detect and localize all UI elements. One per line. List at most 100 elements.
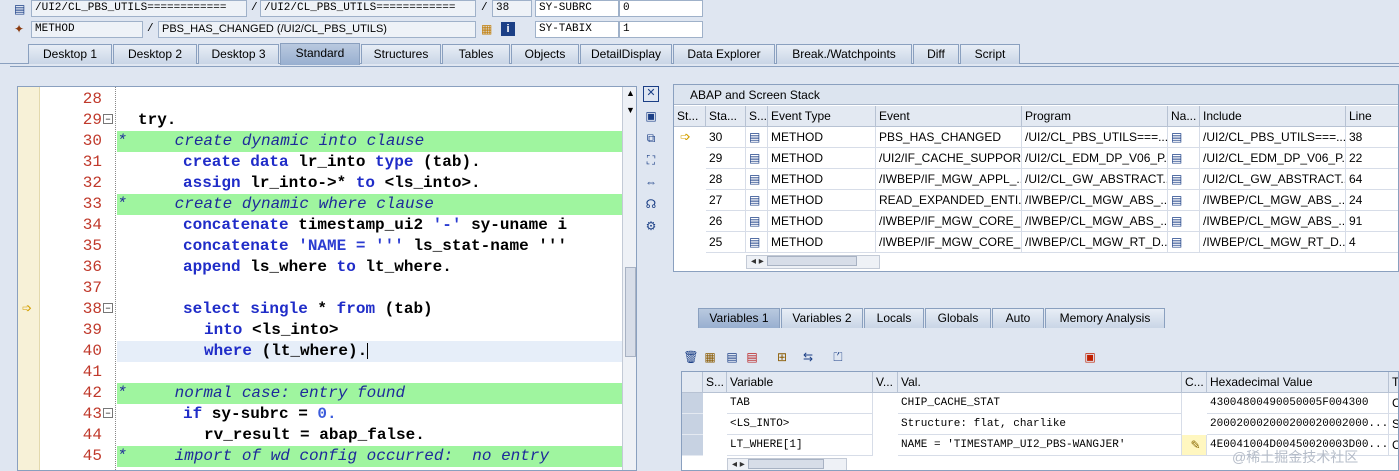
replace-tool-icon[interactable]: ⧉ xyxy=(643,130,659,146)
variables-hscrollbar[interactable]: ◂ ▸ xyxy=(727,458,847,470)
scroll-down-icon[interactable]: ▼ xyxy=(626,105,635,115)
delete-icon[interactable]: 🗑 xyxy=(683,349,699,365)
tab-desktop-2[interactable]: Desktop 2 xyxy=(113,44,197,64)
cell-program: /IWBEP/CL_MGW_ABS_... xyxy=(1022,190,1168,211)
cell-variable[interactable]: <LS_INTO> xyxy=(727,414,873,435)
cell-value[interactable]: CHIP_CACHE_STAT xyxy=(898,393,1182,414)
table-row[interactable]: 27 ▤ METHOD READ_EXPANDED_ENTI... /IWBEP… xyxy=(674,190,1398,211)
cell-program: /UI2/CL_PBS_UTILS===... xyxy=(1022,127,1168,148)
filter-icon[interactable]: ⏍ xyxy=(830,349,846,365)
keyword: into xyxy=(204,321,243,339)
tab-memory-analysis[interactable]: Memory Analysis xyxy=(1045,308,1165,328)
tab-auto[interactable]: Auto xyxy=(992,308,1044,328)
change-value-icon[interactable]: ✎ xyxy=(1182,435,1207,456)
fold-toggle-icon[interactable]: − xyxy=(103,303,113,313)
col-header[interactable]: Hexadecimal Value xyxy=(1207,372,1389,393)
col-header[interactable]: St... xyxy=(674,106,706,127)
col-header[interactable]: C... xyxy=(1182,372,1207,393)
tab-breakpoints[interactable]: Break./Watchpoints xyxy=(776,44,912,64)
sysvar-name-1[interactable]: SY-SUBRC xyxy=(535,0,619,17)
new-tool-icon[interactable]: ▣ xyxy=(643,108,659,124)
fold-toggle-icon[interactable]: − xyxy=(103,408,113,418)
table-row[interactable]: 30 ▤ METHOD PBS_HAS_CHANGED /UI2/CL_PBS_… xyxy=(674,127,1398,148)
string-literal: '-' xyxy=(432,216,462,234)
row-selector[interactable] xyxy=(682,393,703,414)
scroll-thumb[interactable] xyxy=(625,267,636,357)
sysvar-value-2[interactable]: 1 xyxy=(619,21,703,38)
col-header[interactable]: Line xyxy=(1346,106,1398,127)
tab-variables-1[interactable]: Variables 1 xyxy=(698,308,780,328)
delete-all-icon[interactable]: ▦ xyxy=(702,349,718,365)
col-header[interactable]: S... xyxy=(746,106,768,127)
tab-locals[interactable]: Locals xyxy=(864,308,924,328)
table-row[interactable]: <LS_INTO> Structure: flat, charlike 2000… xyxy=(682,414,1398,435)
cell-variable[interactable]: TAB xyxy=(727,393,873,414)
services-icon[interactable]: ☊ xyxy=(643,196,659,212)
col-header[interactable]: S... xyxy=(703,372,727,393)
sysvar-name-2[interactable]: SY-TABIX xyxy=(535,21,619,38)
col-header[interactable]: Sta... xyxy=(706,106,746,127)
cell-value[interactable]: NAME = 'TIMESTAMP_UI2_PBS-WANGJER' xyxy=(898,435,1182,456)
hierarchy-icon[interactable]: ⊞ xyxy=(774,349,790,365)
row-selector[interactable] xyxy=(682,414,703,435)
cell-level: 25 xyxy=(706,232,746,253)
col-header[interactable]: Program xyxy=(1022,106,1168,127)
info-icon[interactable]: i xyxy=(501,22,515,36)
col-header[interactable]: V... xyxy=(873,372,898,393)
fold-toggle-icon[interactable]: − xyxy=(103,114,113,124)
cell-variable[interactable]: LT_WHERE[1] xyxy=(727,435,873,456)
tab-detaildisplay[interactable]: DetailDisplay xyxy=(580,44,672,64)
line-number: 37 xyxy=(82,279,102,297)
close-icon[interactable]: ✕ xyxy=(643,86,659,102)
navigate-icon[interactable]: ▤ xyxy=(1168,190,1200,211)
cell-type: METHOD xyxy=(768,127,876,148)
table-row[interactable]: 26 ▤ METHOD /IWBEP/IF_MGW_CORE_... /IWBE… xyxy=(674,211,1398,232)
table-row[interactable]: 25 ▤ METHOD /IWBEP/IF_MGW_CORE_... /IWBE… xyxy=(674,232,1398,253)
line-number: 30 xyxy=(82,132,102,150)
navigate-icon[interactable]: ▤ xyxy=(1168,232,1200,253)
attributes-icon[interactable]: ▦ xyxy=(481,22,495,36)
col-header[interactable]: Variable xyxy=(727,372,873,393)
navigate-icon[interactable]: ▤ xyxy=(1168,211,1200,232)
col-header[interactable]: Include xyxy=(1200,106,1346,127)
table-row[interactable]: TAB CHIP_CACHE_STAT 43004800490050005F00… xyxy=(682,393,1398,414)
tab-tables[interactable]: Tables xyxy=(442,44,510,64)
scroll-up-icon[interactable]: ▲ xyxy=(626,88,635,98)
col-header[interactable]: T xyxy=(1389,372,1398,393)
transfer-icon[interactable]: ⇆ xyxy=(800,349,816,365)
col-header[interactable]: Event xyxy=(876,106,1022,127)
export-icon[interactable]: ▤ xyxy=(744,349,760,365)
table-row[interactable]: 28 ▤ METHOD /IWBEP/IF_MGW_APPL_... /UI2/… xyxy=(674,169,1398,190)
tab-objects[interactable]: Objects xyxy=(511,44,579,64)
source-editor[interactable]: ➩ − − − 28 29 30 31 32 33 34 35 36 37 38… xyxy=(17,86,637,471)
tab-standard[interactable]: Standard xyxy=(280,43,360,65)
navigate-icon[interactable]: ▤ xyxy=(1168,148,1200,169)
col-header[interactable]: Event Type xyxy=(768,106,876,127)
tab-script[interactable]: Script xyxy=(960,44,1020,64)
stack-hscrollbar[interactable]: ◂ ▸ xyxy=(746,255,880,269)
row-selector[interactable] xyxy=(682,435,703,456)
col-header[interactable]: Val. xyxy=(898,372,1182,393)
col-header[interactable]: Na... xyxy=(1168,106,1200,127)
tab-globals[interactable]: Globals xyxy=(925,308,991,328)
tab-desktop-3[interactable]: Desktop 3 xyxy=(198,44,279,64)
maximize-icon[interactable]: ⛶ xyxy=(643,152,659,168)
navigate-icon[interactable]: ▤ xyxy=(1168,169,1200,190)
save-icon[interactable]: ▣ xyxy=(1082,349,1098,365)
navigate-icon[interactable]: ▤ xyxy=(1168,127,1200,148)
import-icon[interactable]: ▤ xyxy=(724,349,740,365)
sysvar-value-1[interactable]: 0 xyxy=(619,0,703,17)
swap-icon[interactable]: ⇔ xyxy=(643,174,659,190)
tab-variables-2[interactable]: Variables 2 xyxy=(781,308,863,328)
tab-desktop-1[interactable]: Desktop 1 xyxy=(28,44,112,64)
tab-structures[interactable]: Structures xyxy=(361,44,441,64)
settings-icon[interactable]: ⚙ xyxy=(643,218,659,234)
scroll-thumb[interactable] xyxy=(766,256,857,267)
table-row[interactable]: 29 ▤ METHOD /UI2/IF_CACHE_SUPPOR... /UI2… xyxy=(674,148,1398,169)
scroll-thumb[interactable] xyxy=(747,459,824,470)
tab-diff[interactable]: Diff xyxy=(913,44,959,64)
breakpoint-gutter[interactable] xyxy=(18,87,40,470)
tab-data-explorer[interactable]: Data Explorer xyxy=(673,44,775,64)
cell-value[interactable]: Structure: flat, charlike xyxy=(898,414,1182,435)
editor-scrollbar[interactable]: ▲ ▼ xyxy=(622,87,636,470)
